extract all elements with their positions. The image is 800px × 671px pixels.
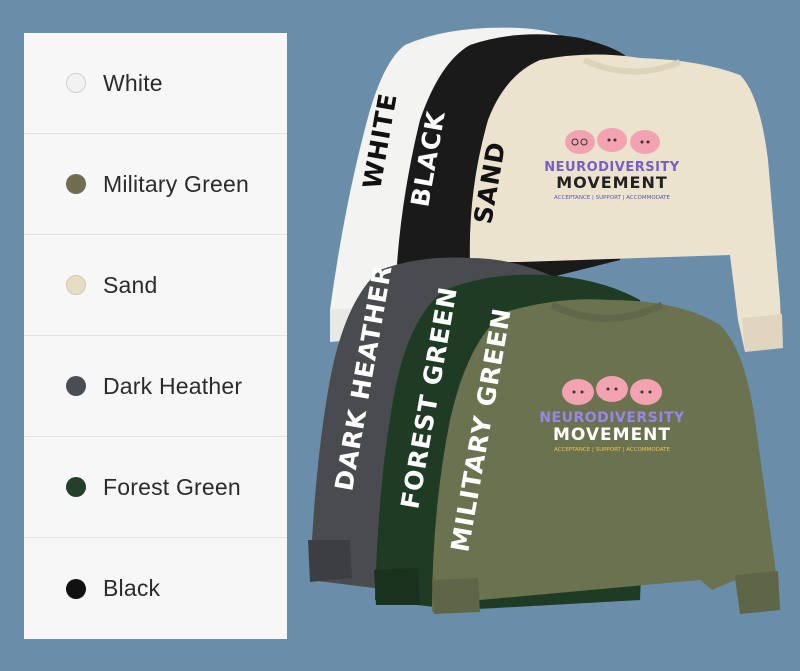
graphic-title-line2: MOVEMENT bbox=[553, 425, 671, 445]
graphic-title-line2: MOVEMENT bbox=[556, 173, 668, 192]
graphic-tagline: ACCEPTANCE | SUPPORT | ACCOMMODATE bbox=[554, 195, 671, 201]
graphic-title-line1: NEURODIVERSITY bbox=[539, 410, 685, 426]
brain-illustration bbox=[565, 128, 660, 154]
brain-illustration bbox=[562, 376, 662, 405]
graphic-tagline: ACCEPTANCE | SUPPORT | ACCOMMODATE bbox=[554, 447, 671, 453]
sweatshirt-product-image: WHITE BLACK SAND DARK HEATHER FOREST GRE… bbox=[308, 27, 783, 614]
